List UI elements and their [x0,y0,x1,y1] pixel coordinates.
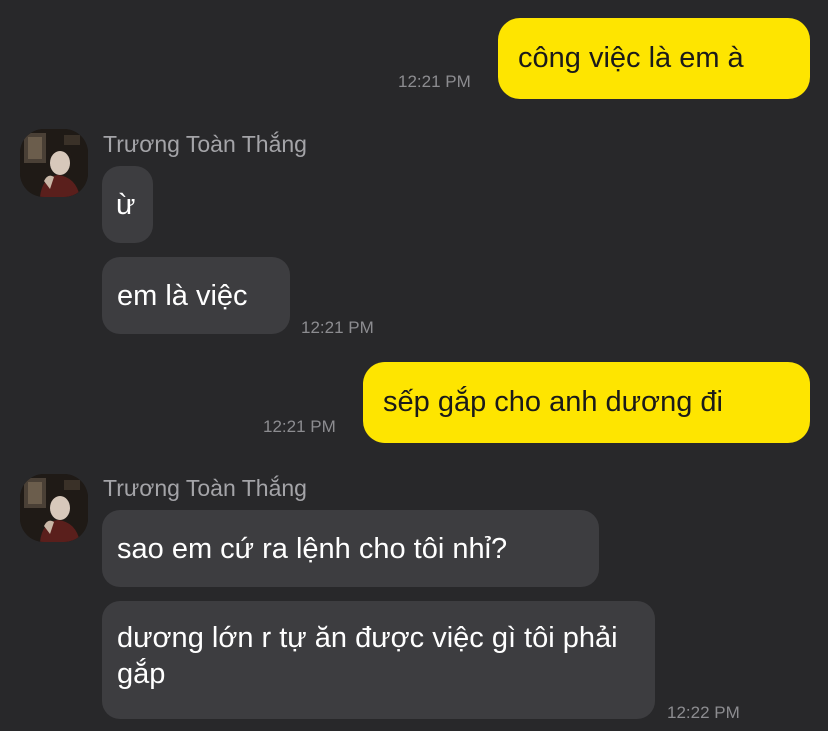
contact-avatar[interactable] [20,129,88,197]
message-text: công việc là em à [518,42,744,74]
message-timestamp: 12:21 PM [301,318,374,337]
message-text: em là việc [117,280,248,312]
incoming-message-bubble[interactable]: ừ [102,166,153,243]
message-text: ừ [116,189,136,221]
contact-avatar-photo-icon [20,474,88,542]
message-timestamp: 12:21 PM [398,72,471,91]
incoming-message-bubble[interactable]: dương lớn r tự ăn được việc gì tôi phải … [102,601,655,719]
message-text: sếp gắp cho anh dương đi [383,386,723,418]
incoming-message-bubble[interactable]: sao em cứ ra lệnh cho tôi nhỉ? [102,510,599,587]
message-text: dương lớn r tự ăn được việc gì tôi phải … [117,622,618,690]
message-timestamp: 12:22 PM [667,703,740,722]
contact-avatar-photo-icon [20,129,88,197]
contact-avatar[interactable] [20,474,88,542]
outgoing-message-bubble[interactable]: sếp gắp cho anh dương đi [363,362,810,443]
sender-name: Trương Toàn Thắng [103,131,307,157]
outgoing-message-bubble[interactable]: công việc là em à [498,18,810,99]
sender-name: Trương Toàn Thắng [103,475,307,501]
incoming-message-bubble[interactable]: em là việc [102,257,290,334]
message-timestamp: 12:21 PM [263,417,336,436]
message-text: sao em cứ ra lệnh cho tôi nhỉ? [117,533,508,565]
